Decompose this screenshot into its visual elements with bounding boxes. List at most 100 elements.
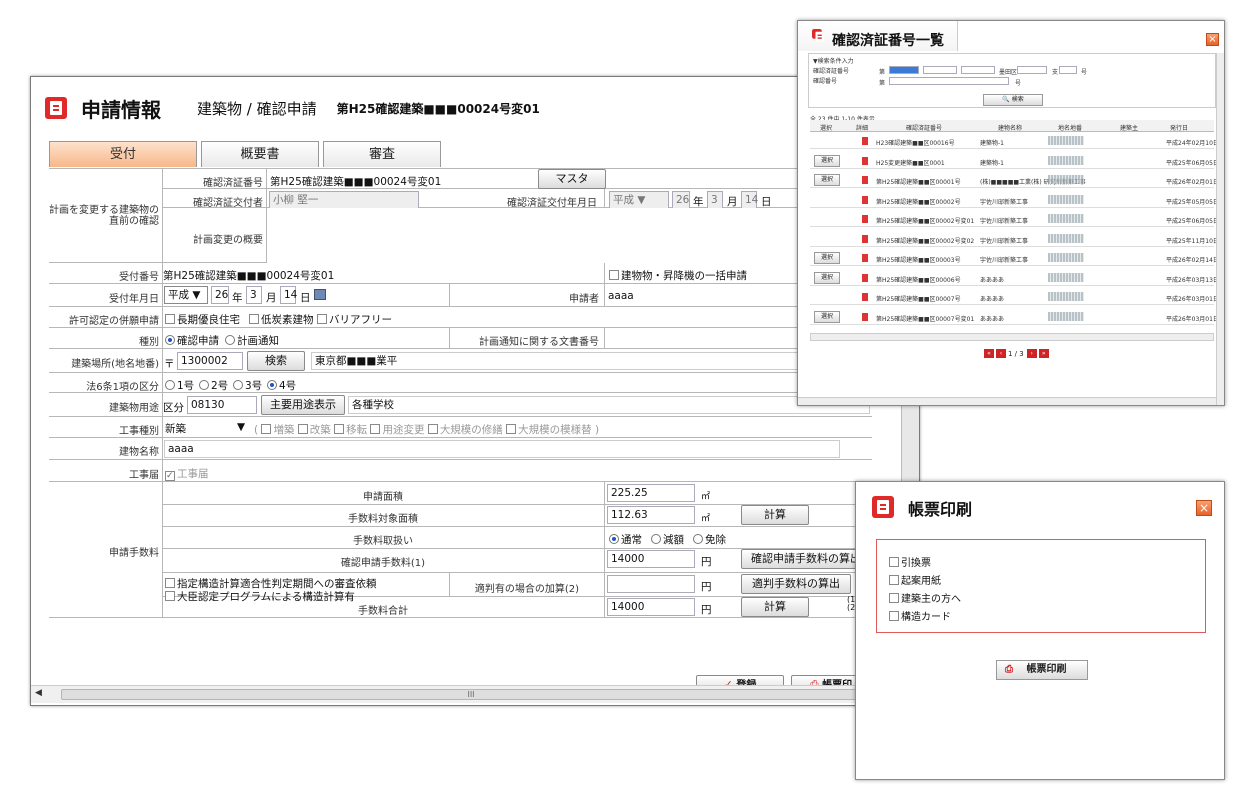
- select-button[interactable]: 選択: [814, 252, 840, 264]
- detail-icon[interactable]: [862, 273, 868, 282]
- fee2-calc-button[interactable]: 適判手数料の算出: [741, 574, 851, 594]
- permit-option-2[interactable]: 低炭素建物: [249, 312, 314, 327]
- print-option-voucher[interactable]: 引換票: [889, 554, 931, 569]
- main-use-button[interactable]: 主要用途表示: [261, 395, 345, 415]
- calendar-icon[interactable]: [314, 289, 326, 300]
- fee1-input[interactable]: 14000: [607, 550, 695, 568]
- list-hscroll[interactable]: [810, 333, 1214, 341]
- list-item[interactable]: H23確認建築■■区00016号 建築物-1 平成24年02月10日: [810, 133, 1219, 149]
- print-option-owner[interactable]: 建築主の方へ: [889, 590, 961, 605]
- detail-icon[interactable]: [862, 215, 868, 223]
- reception-year-input[interactable]: 26: [211, 286, 229, 304]
- last-page-icon[interactable]: »: [1038, 349, 1049, 358]
- select-button[interactable]: 選択: [814, 310, 840, 323]
- printer-icon: ⎙: [1005, 664, 1013, 675]
- list-item[interactable]: 第H25確認建築■■区00002号変02 宇佐川邸新築工事 平成25年11月10日: [810, 231, 1219, 247]
- next-page-icon[interactable]: ›: [1026, 349, 1037, 358]
- permit-option-3[interactable]: バリアフリー: [317, 312, 392, 327]
- change-summary-textarea[interactable]: [267, 208, 872, 263]
- issue-month-input[interactable]: 3: [707, 191, 723, 209]
- list-item[interactable]: 選択 第H25確認建築■■区00003号 宇佐川邸新築工事 平成26年02月14日: [810, 250, 1219, 266]
- tab-review[interactable]: 審査: [323, 141, 441, 167]
- fee-area-input[interactable]: 112.63: [607, 506, 695, 524]
- first-page-icon[interactable]: «: [984, 349, 994, 358]
- issue-era-select[interactable]: 平成 ▼: [609, 191, 669, 209]
- number-input[interactable]: [1059, 66, 1077, 74]
- select-button[interactable]: 選択: [814, 271, 840, 284]
- print-option-structure-card[interactable]: 構造カード: [889, 608, 951, 623]
- list-item[interactable]: 選択 第H25確認建築■■区00007号変01 ああああ 平成26年03月01日: [810, 309, 1219, 325]
- handling-normal[interactable]: 通常: [609, 532, 642, 547]
- reception-day-input[interactable]: 14: [280, 286, 297, 304]
- use-value-input[interactable]: 各種学校: [348, 396, 870, 414]
- list-search-button[interactable]: 🔍 検索: [983, 94, 1043, 106]
- area-input[interactable]: 225.25: [607, 484, 695, 502]
- fee2-input[interactable]: [607, 575, 695, 593]
- detail-icon[interactable]: [862, 137, 868, 145]
- close-icon[interactable]: ×: [1206, 33, 1219, 46]
- detail-icon[interactable]: [862, 293, 868, 301]
- article6-option-2[interactable]: 2号: [199, 378, 228, 393]
- detail-icon[interactable]: [862, 254, 868, 262]
- detail-icon[interactable]: [862, 156, 868, 165]
- year-select[interactable]: [889, 66, 919, 74]
- list-item[interactable]: 選択 第H25確認建築■■区00006号 ああああ 平成26年03月13日: [810, 270, 1219, 286]
- scroll-thumb[interactable]: III: [61, 689, 881, 700]
- issuer-input[interactable]: 小柳 堅一: [269, 191, 419, 209]
- close-icon[interactable]: ×: [1196, 500, 1212, 516]
- select-button[interactable]: 選択: [814, 174, 840, 186]
- detail-icon[interactable]: [862, 234, 868, 243]
- master-button[interactable]: マスタ: [538, 169, 606, 189]
- print-option-draft[interactable]: 起案用紙: [889, 572, 941, 587]
- detail-icon[interactable]: [862, 312, 868, 321]
- address-input[interactable]: 東京都■■■業平: [311, 352, 871, 370]
- kind-option-confirm[interactable]: 確認申請: [165, 333, 219, 348]
- list-item[interactable]: 第H25確認建築■■区00007号 ああああ 平成26年03月01日: [810, 289, 1219, 305]
- fee1-calc-button[interactable]: 確認申請手数料の算出: [741, 549, 871, 569]
- ward-input[interactable]: [1017, 66, 1047, 74]
- tab-summary[interactable]: 概要書: [201, 141, 319, 167]
- work-type-select[interactable]: 新築 ▼: [165, 421, 247, 436]
- kind-option-notice[interactable]: 計画通知: [225, 333, 279, 348]
- article6-option-4[interactable]: 4号: [267, 378, 296, 393]
- issue-day-input[interactable]: 14: [741, 191, 758, 209]
- article6-option-3[interactable]: 3号: [233, 378, 262, 393]
- total-yen: 円: [701, 604, 712, 616]
- cert-list-title: 確認済証番号一覧: [832, 33, 944, 49]
- zip-search-button[interactable]: 検索: [247, 351, 305, 371]
- tab-reception[interactable]: 受付: [49, 141, 197, 167]
- type-select[interactable]: [923, 66, 957, 74]
- select-button[interactable]: 選択: [814, 154, 840, 167]
- print-report-button[interactable]: ⎙ 帳票印刷: [996, 660, 1088, 680]
- reception-era-select[interactable]: 平成 ▼: [164, 286, 208, 304]
- construction-notice-checkbox[interactable]: 工事届: [165, 466, 209, 481]
- use-code-input[interactable]: 08130: [187, 396, 257, 414]
- detail-icon[interactable]: [862, 176, 868, 184]
- prev-page-icon[interactable]: ‹: [996, 349, 1006, 358]
- header-cert-no: 確認済証番号: [906, 125, 943, 132]
- zip-input[interactable]: 1300002: [177, 352, 243, 370]
- article6-option-1[interactable]: 1号: [165, 378, 194, 393]
- calc-button[interactable]: 計算: [741, 505, 809, 525]
- dialog-hscroll[interactable]: [798, 397, 1216, 405]
- list-item[interactable]: 第H25確認建築■■区00002号変01 宇佐川邸新築工事 平成25年06月05日: [810, 211, 1219, 227]
- confirm-no-input[interactable]: [889, 77, 1009, 85]
- handling-exempt[interactable]: 免除: [693, 532, 726, 547]
- reception-month-input[interactable]: 3: [246, 286, 262, 304]
- list-item[interactable]: 選択 第H25確認建築■■区00001号 (株)■■■■■工業(株) 研究所新築工事…: [810, 172, 1219, 188]
- bulk-application-checkbox[interactable]: 建物物・昇降機の一括申請: [609, 268, 747, 283]
- issue-year-input[interactable]: 26: [672, 191, 690, 209]
- permit-option-1[interactable]: 長期優良住宅: [165, 312, 240, 327]
- office-select[interactable]: [961, 66, 995, 74]
- list-item[interactable]: 第H25確認建築■■区00002号 宇佐川邸新築工事 平成25年05月05日: [810, 192, 1219, 208]
- dialog-vscroll[interactable]: [1216, 53, 1224, 405]
- building-name-input[interactable]: aaaa: [164, 440, 840, 458]
- handling-reduced[interactable]: 減額: [651, 532, 684, 547]
- total-input[interactable]: 14000: [607, 598, 695, 616]
- list-item[interactable]: 選択 H25変更建築■■区0001 建築物-1 平成25年06月05日: [810, 153, 1219, 169]
- scroll-left-icon[interactable]: ◀: [35, 688, 42, 698]
- total-calc-button[interactable]: 計算: [741, 597, 809, 617]
- fee1-yen: 円: [701, 556, 712, 568]
- detail-icon[interactable]: [862, 195, 868, 204]
- horizontal-scrollbar[interactable]: ◀ III: [31, 685, 901, 703]
